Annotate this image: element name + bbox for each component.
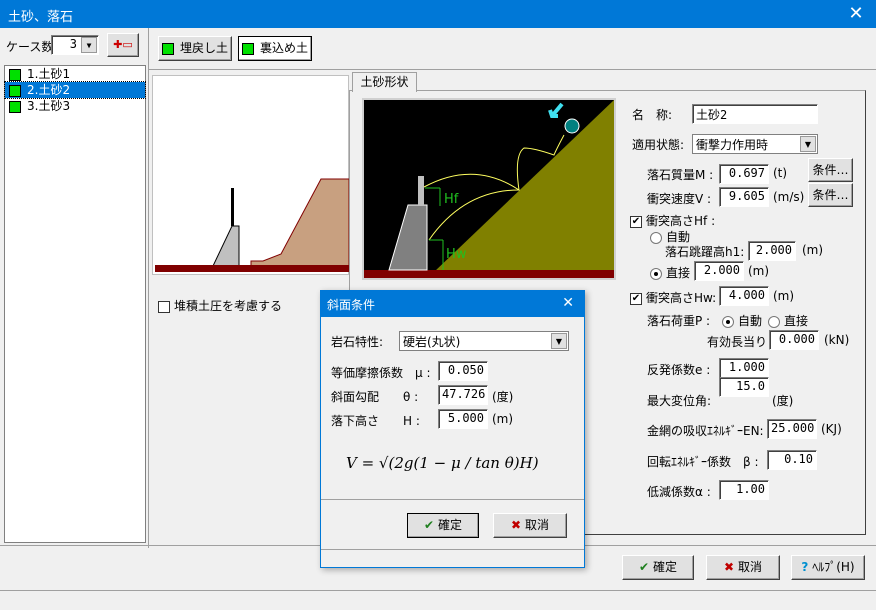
e-label: 反発係数e : xyxy=(647,363,711,377)
list-item[interactable]: 3.土砂3 xyxy=(5,98,145,114)
close-button[interactable]: ✕ xyxy=(836,0,876,28)
dialog-cancel-button[interactable]: ✖ 取消 xyxy=(493,513,567,538)
h1-unit: (m) xyxy=(802,243,824,257)
green-square-icon xyxy=(9,84,21,97)
mu-label: 等価摩擦係数 μ : xyxy=(331,366,431,380)
hf-checkbox[interactable]: ✔ 衝突高さHf : xyxy=(630,212,715,229)
angle-label: 最大変位角: xyxy=(647,394,712,408)
green-square-icon xyxy=(9,100,21,113)
en-input[interactable]: 25.000 xyxy=(767,419,817,439)
hf-direct-input[interactable]: 2.000 xyxy=(694,261,744,281)
speed-input[interactable]: 9.605 xyxy=(719,187,769,207)
x-icon: ✖ xyxy=(724,560,735,574)
hw-checkbox[interactable]: ✔ 衝突高さHw: xyxy=(630,289,716,306)
title-bar: 土砂、落石 xyxy=(0,0,876,28)
mass-label: 落石質量M : xyxy=(647,168,714,182)
en-label: 金網の吸収ｴﾈﾙｷﾞｰEN: xyxy=(647,424,764,438)
state-select[interactable]: 衝撃力作用時 ▼ xyxy=(692,134,818,154)
chevron-down-icon: ▼ xyxy=(800,136,816,152)
green-square-icon xyxy=(9,68,21,81)
beta-input[interactable]: 0.10 xyxy=(767,450,817,470)
h-label: 落下高さ H : xyxy=(331,414,420,428)
mass-unit: (t) xyxy=(773,166,788,180)
speed-label: 衝突速度V : xyxy=(647,192,712,206)
eff-label: 有効長当り xyxy=(707,335,768,349)
deposit-pressure-checkbox[interactable]: 堆積土圧を考慮する xyxy=(158,297,282,314)
theta-label: 斜面勾配 θ : xyxy=(331,390,419,404)
backfill-button[interactable]: 埋戻し土 xyxy=(158,36,232,61)
alpha-label: 低減係数α : xyxy=(647,485,711,499)
h1-label: 落石跳躍高h1: xyxy=(665,245,745,259)
speed-condition-button[interactable]: 条件… xyxy=(808,183,853,207)
eff-input[interactable]: 0.000 xyxy=(769,330,819,350)
check-icon: ✔ xyxy=(424,518,435,532)
dialog-title: 斜面条件 xyxy=(327,298,376,312)
mu-input[interactable]: 0.050 xyxy=(438,361,488,381)
case-count-select[interactable]: 3 ▼ xyxy=(51,35,99,55)
h1-input[interactable]: 2.000 xyxy=(748,241,796,261)
mass-condition-button[interactable]: 条件… xyxy=(808,158,853,182)
back-fill-button[interactable]: 裏込め土 xyxy=(238,36,312,61)
case-list[interactable]: 1.土砂1 2.土砂2 3.土砂3 xyxy=(4,65,146,543)
question-icon: ? xyxy=(801,560,809,574)
h-unit: (m) xyxy=(492,412,514,426)
cancel-button[interactable]: ✖ 取消 xyxy=(706,555,780,580)
name-input[interactable]: 土砂2 xyxy=(692,104,818,124)
hw-input[interactable]: 4.000 xyxy=(719,286,769,306)
velocity-formula: V = √(2g(1 − μ / tan θ)H) xyxy=(346,454,539,472)
h-input[interactable]: 5.000 xyxy=(438,409,488,429)
mass-input[interactable]: 0.697 xyxy=(719,164,769,184)
chevron-down-icon: ▼ xyxy=(81,37,97,53)
hw-unit: (m) xyxy=(773,289,795,303)
dialog-title-bar: 斜面条件 ✕ xyxy=(321,291,584,317)
dialog-close-button[interactable]: ✕ xyxy=(562,295,574,311)
angle-unit: (度) xyxy=(772,394,794,408)
status-bar xyxy=(0,590,876,591)
beta-label: 回転ｴﾈﾙｷﾞｰ係数 β : xyxy=(647,455,759,469)
wall-soil-preview xyxy=(155,178,350,272)
hw-label: Hw xyxy=(446,247,467,262)
help-button[interactable]: ? ﾍﾙﾌﾟ(H) xyxy=(791,555,865,580)
state-label: 適用状態: xyxy=(632,138,685,152)
case-count-label: ケース数: xyxy=(6,40,58,54)
speed-unit: (m/s) xyxy=(773,190,805,204)
theta-input[interactable]: 47.726 xyxy=(438,385,488,405)
angle-input[interactable]: 15.0 xyxy=(719,377,769,397)
rock-label: 岩石特性: xyxy=(331,335,384,349)
check-icon: ✔ xyxy=(639,560,650,574)
hf-label: Hf xyxy=(444,192,459,207)
hf-direct-radio[interactable]: 直接 xyxy=(650,264,690,281)
rockfall-diagram: Hf Hw xyxy=(362,98,616,280)
list-item[interactable]: 2.土砂2 xyxy=(4,81,146,99)
load-auto-radio[interactable]: 自動 xyxy=(722,312,762,329)
dialog-ok-button[interactable]: ✔ 確定 xyxy=(407,513,479,538)
eff-unit: (kN) xyxy=(824,333,850,347)
preview-panel xyxy=(152,75,350,275)
load-label: 落石荷重P : xyxy=(647,314,711,328)
alpha-input[interactable]: 1.00 xyxy=(719,480,769,500)
theta-unit: (度) xyxy=(492,390,514,404)
slope-condition-dialog: 斜面条件 ✕ 岩石特性: 硬岩(丸状) ▼ 等価摩擦係数 μ : 0.050 斜面勾… xyxy=(320,290,585,568)
en-unit: (KJ) xyxy=(821,422,842,436)
add-case-button[interactable]: ✚▭ xyxy=(107,33,139,57)
rock-select[interactable]: 硬岩(丸状) ▼ xyxy=(399,331,569,351)
ok-button[interactable]: ✔ 確定 xyxy=(622,555,694,580)
window-title: 土砂、落石 xyxy=(8,10,74,25)
divider xyxy=(149,69,876,70)
list-item[interactable]: 1.土砂1 xyxy=(5,66,145,82)
e-input[interactable]: 1.000 xyxy=(719,358,769,378)
load-direct-radio[interactable]: 直接 xyxy=(768,312,808,329)
direct-unit: (m) xyxy=(748,264,770,278)
divider xyxy=(148,28,149,548)
tab-soil-shape[interactable]: 土砂形状 xyxy=(352,72,417,92)
name-label: 名 称: xyxy=(632,108,673,122)
x-icon: ✖ xyxy=(511,518,522,532)
chevron-down-icon: ▼ xyxy=(551,333,567,349)
